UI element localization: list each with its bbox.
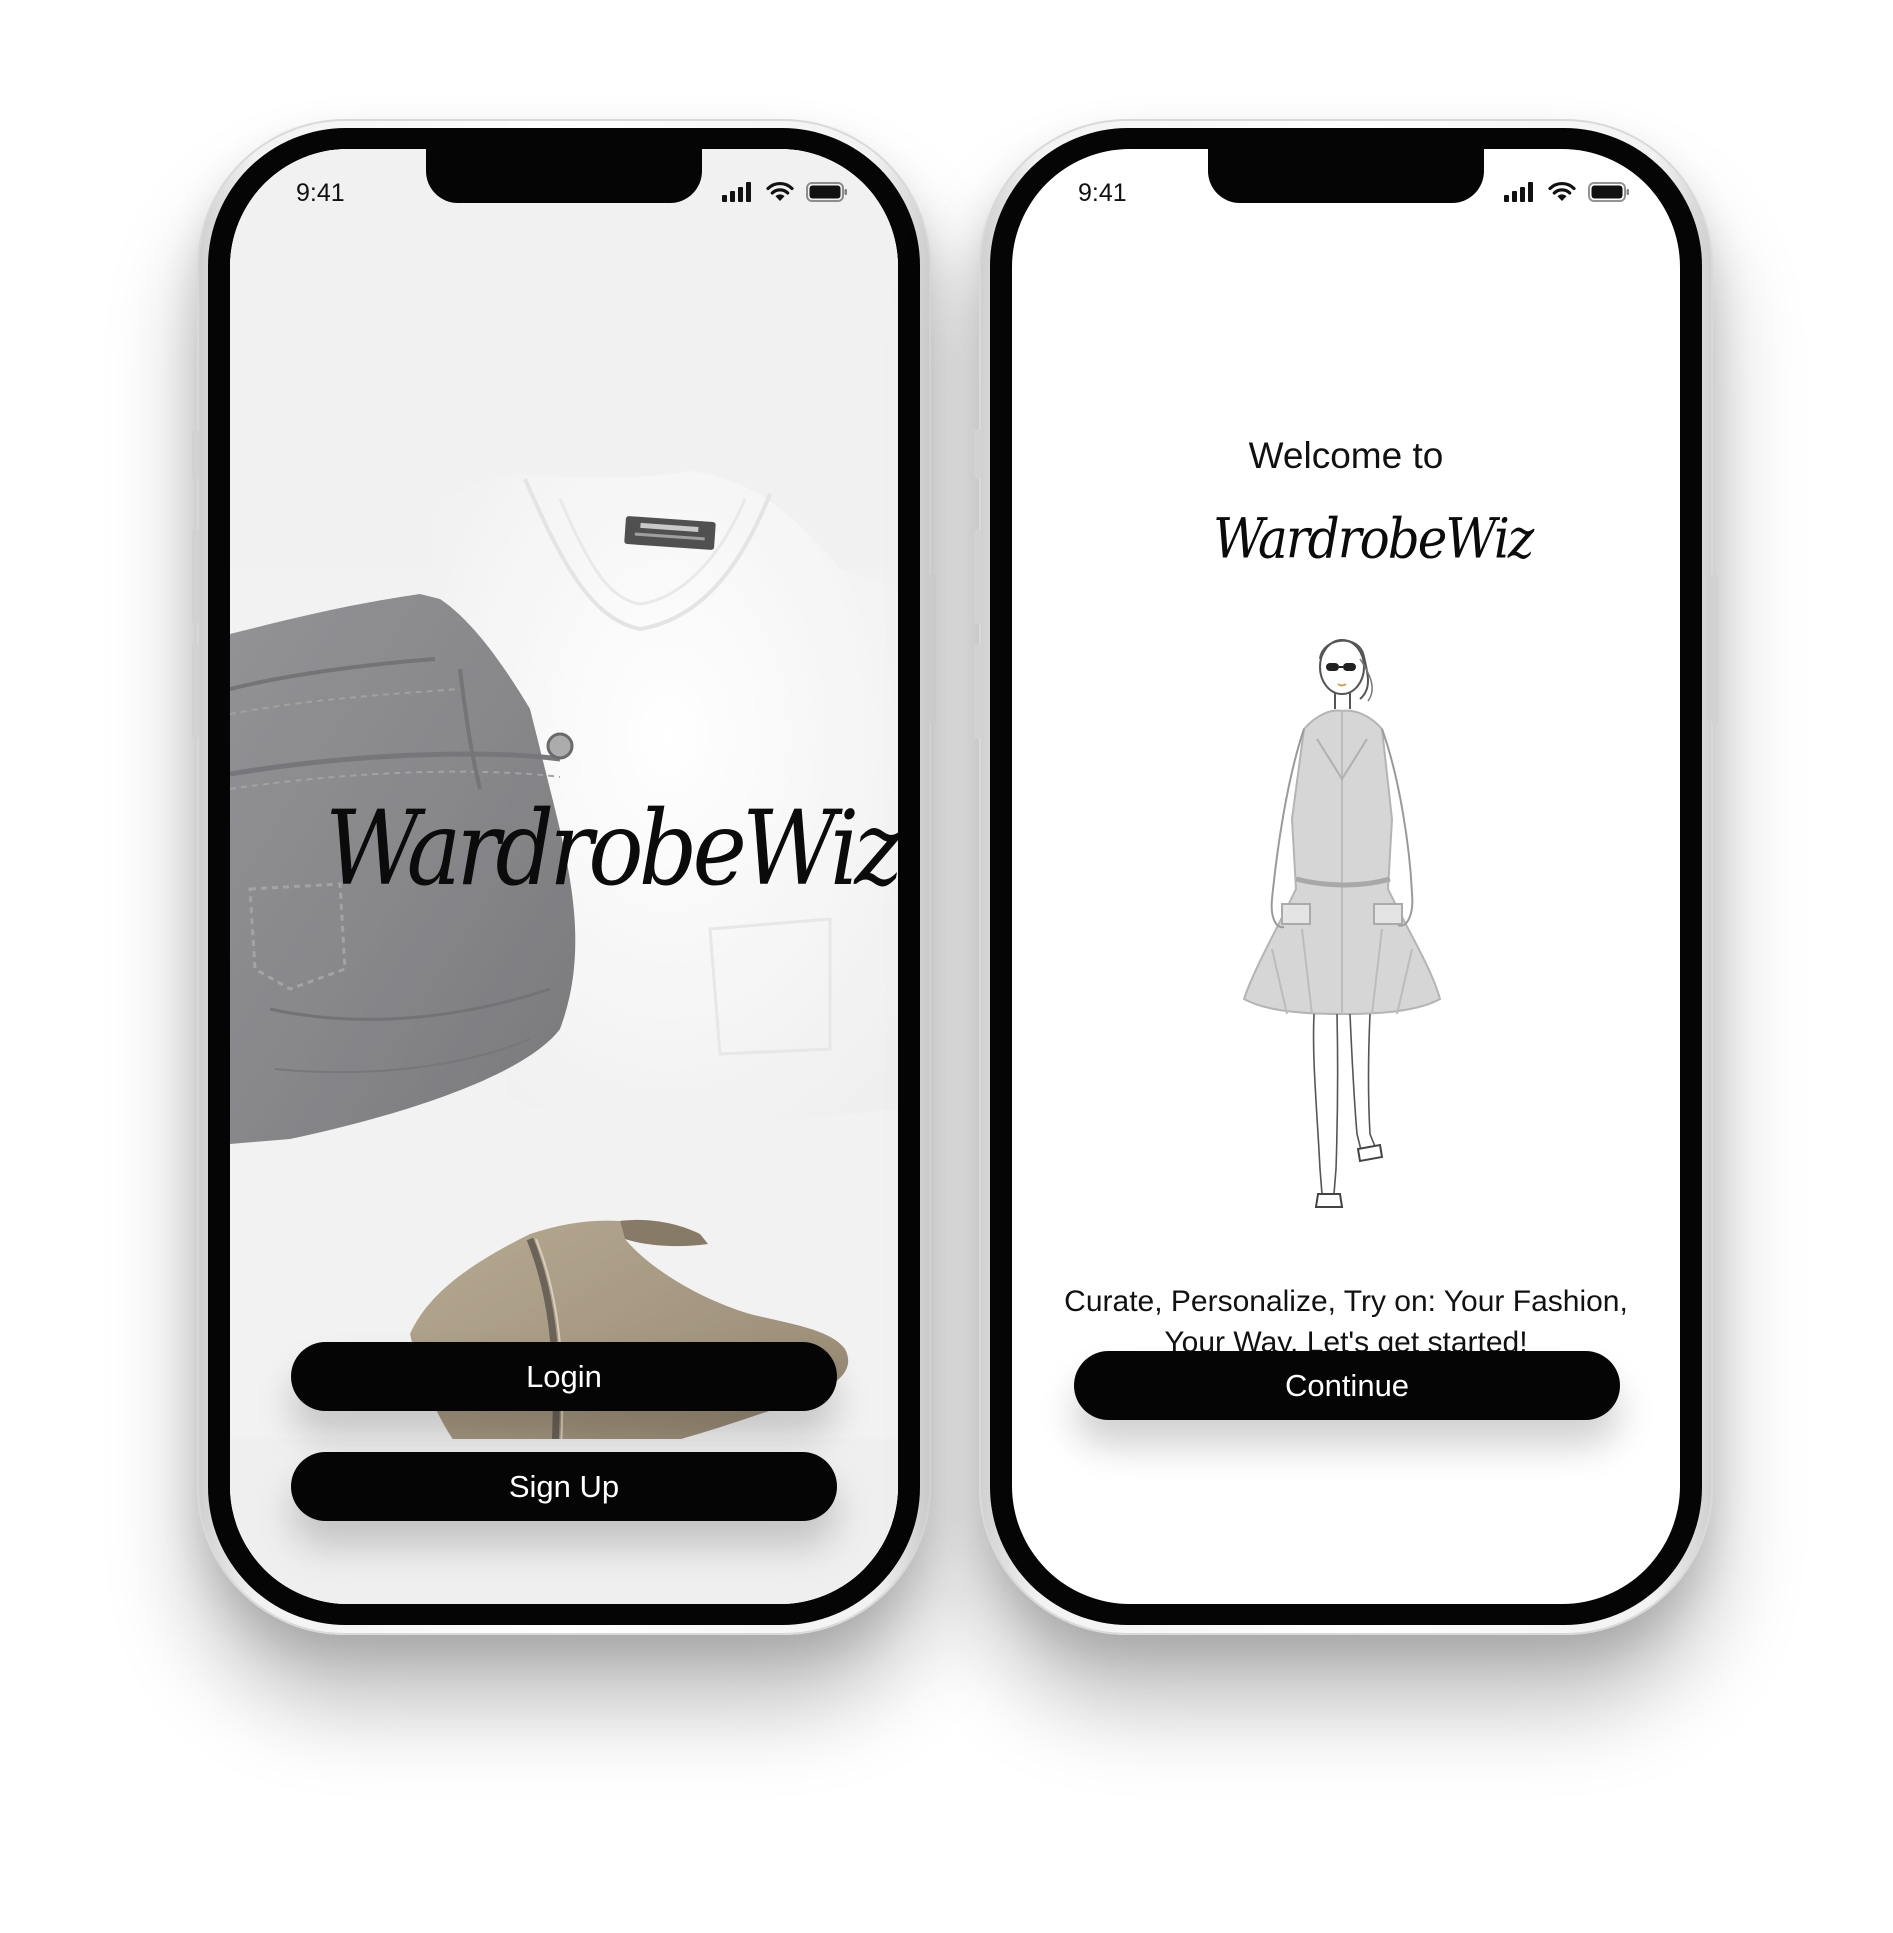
- side-button: [974, 429, 981, 479]
- welcome-phone-mockup: 9:41 Welcome to WardrobeWiz Curate, Pers…: [974, 119, 1718, 1635]
- login-screen: 9:41 WardrobeWiz Login Sign Up: [230, 149, 898, 1604]
- battery-icon: [1588, 182, 1629, 202]
- status-time: 9:41: [296, 179, 345, 207]
- status-time: 9:41: [1078, 179, 1127, 207]
- status-icons: [1504, 181, 1630, 202]
- side-button: [192, 644, 199, 739]
- wifi-icon: [1548, 181, 1576, 201]
- phone-bezel: 9:41 Welcome to WardrobeWiz Curate, Pers…: [990, 128, 1702, 1625]
- notch: [426, 149, 702, 203]
- fashion-figure-illustration: [1242, 639, 1442, 1208]
- side-button: [974, 529, 981, 624]
- battery-icon: [806, 182, 847, 202]
- side-button: [1711, 574, 1718, 724]
- side-button: [929, 574, 936, 724]
- notch: [1208, 149, 1484, 203]
- side-button: [192, 429, 199, 479]
- continue-button[interactable]: Continue: [1074, 1351, 1620, 1420]
- app-logo: WardrobeWiz: [325, 789, 898, 909]
- status-icons: [722, 181, 848, 202]
- signal-icon: [1504, 182, 1533, 202]
- signup-button[interactable]: Sign Up: [291, 1452, 837, 1521]
- login-phone-mockup: 9:41 WardrobeWiz Login Sign Up: [192, 119, 936, 1635]
- wifi-icon: [766, 181, 794, 201]
- side-button: [974, 644, 981, 739]
- welcome-screen: 9:41 Welcome to WardrobeWiz Curate, Pers…: [1012, 149, 1680, 1604]
- signal-icon: [722, 182, 751, 202]
- welcome-heading: Welcome to: [1248, 435, 1444, 476]
- tagline-line-1: Curate, Personalize, Try on: Your Fashio…: [1064, 1285, 1628, 1318]
- login-button[interactable]: Login: [291, 1342, 837, 1411]
- side-button: [192, 529, 199, 624]
- phone-bezel: 9:41 WardrobeWiz Login Sign Up: [208, 128, 920, 1625]
- app-logo: WardrobeWiz: [1213, 507, 1534, 571]
